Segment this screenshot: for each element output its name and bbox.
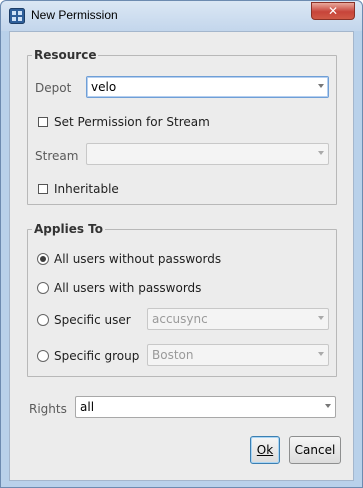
chevron-down-icon [318,84,324,88]
close-button[interactable]: ✕ [311,2,355,20]
checkbox-box[interactable] [38,184,48,194]
window-title: New Permission [31,8,118,22]
chevron-down-icon [318,151,324,155]
depot-value: velo [91,80,117,94]
dialog-window: New Permission ✕ Resource Depot velo Set… [0,0,363,488]
radio-label: All users without passwords [54,252,222,266]
chevron-down-icon [325,404,331,408]
radio-button[interactable] [37,253,49,265]
radio-specific-user[interactable]: Specific user [37,313,131,327]
radio-all-with-passwords[interactable]: All users with passwords [37,281,201,295]
title-bar[interactable]: New Permission ✕ [1,1,362,31]
radio-all-without-passwords[interactable]: All users without passwords [37,252,221,266]
specific-group-select[interactable]: Boston [147,344,329,366]
set-permission-stream-label: Set Permission for Stream [54,115,210,129]
radio-button[interactable] [37,282,49,294]
radio-specific-group[interactable]: Specific group [37,349,139,363]
stream-select[interactable] [86,143,329,165]
dialog-body: Resource Depot velo Set Permission for S… [9,31,354,481]
radio-label: Specific group [54,349,140,363]
group-value: Boston [152,348,194,362]
radio-button[interactable] [37,350,49,362]
applies-to-legend: Applies To [34,222,103,236]
resource-legend: Resource [34,48,97,62]
set-permission-stream-checkbox[interactable]: Set Permission for Stream [38,115,210,129]
specific-user-select[interactable]: accusync [147,308,329,330]
depot-select[interactable]: velo [86,76,329,98]
radio-button[interactable] [37,314,49,326]
inheritable-label: Inheritable [54,182,119,196]
radio-label: Specific user [54,313,131,327]
ok-button[interactable]: Ok [250,436,280,464]
inheritable-checkbox[interactable]: Inheritable [38,182,119,196]
depot-label: Depot [35,81,72,95]
ok-label: Ok [256,443,274,457]
rights-label: Rights [29,402,67,416]
chevron-down-icon [318,352,324,356]
user-value: accusync [152,312,208,326]
chevron-down-icon [318,316,324,320]
cancel-label: Cancel [294,443,336,457]
checkbox-box[interactable] [38,117,48,127]
rights-select[interactable]: all [75,396,336,418]
rights-value: all [80,400,95,414]
radio-label: All users with passwords [54,281,202,295]
close-icon: ✕ [327,4,339,18]
stream-label: Stream [35,149,79,163]
app-icon [9,8,25,24]
cancel-button[interactable]: Cancel [289,436,341,464]
